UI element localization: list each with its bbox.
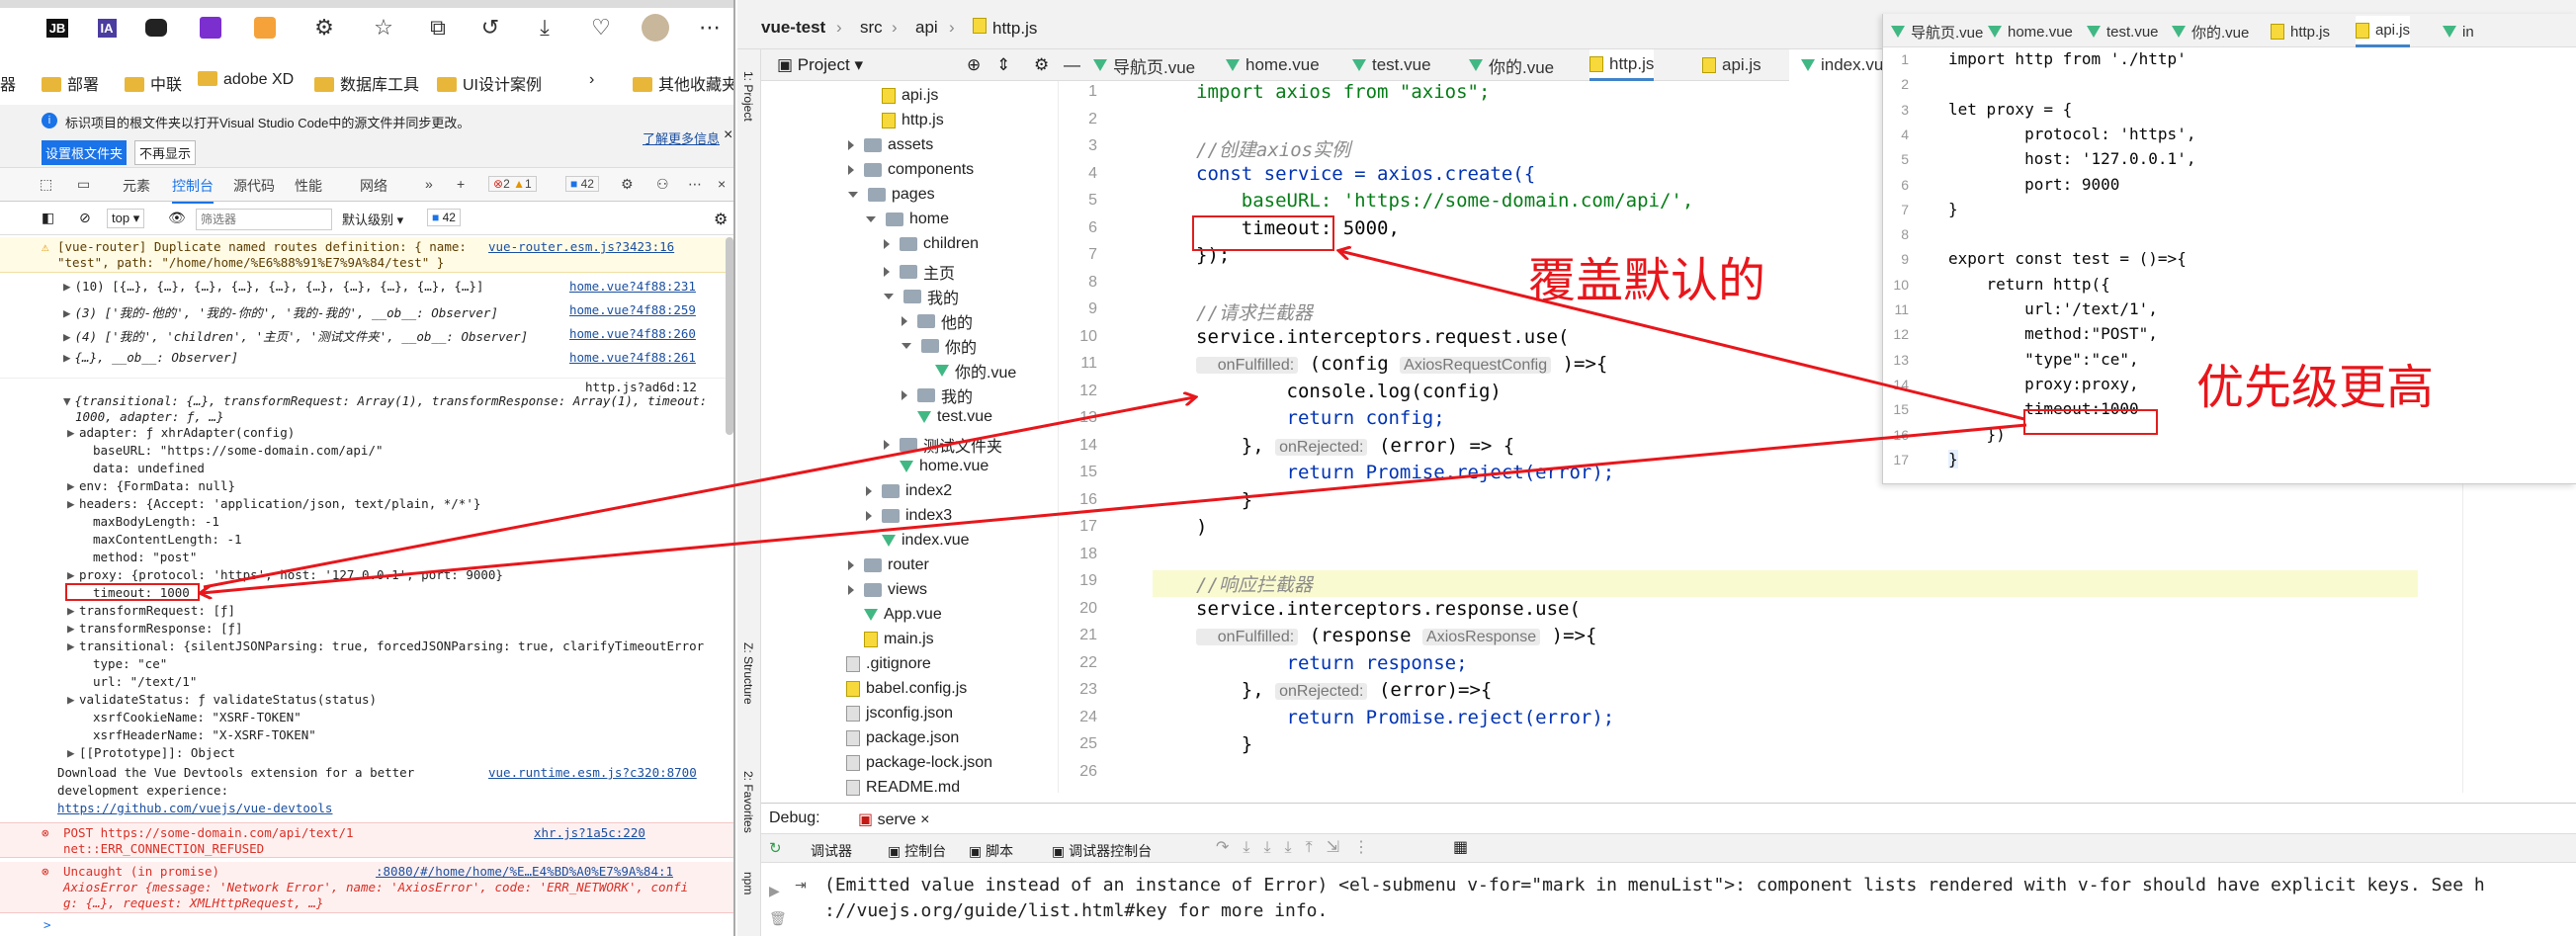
arrow-console-to-code — [203, 397, 1194, 589]
annotation-arrows — [0, 0, 2027, 936]
arrow-override-to-code — [1340, 251, 2025, 421]
arrow-priority-to-console — [202, 423, 2027, 593]
